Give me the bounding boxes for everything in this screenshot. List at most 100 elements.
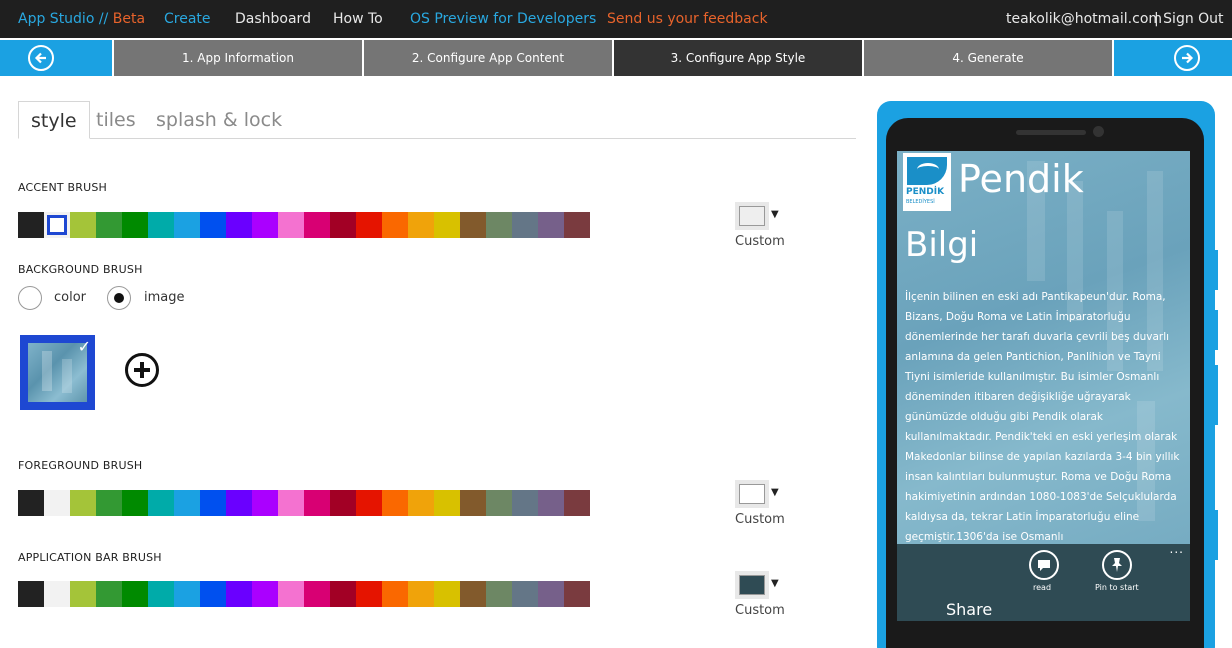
nav-how-to[interactable]: How To <box>333 11 383 27</box>
foreground-swatch[interactable] <box>122 490 148 516</box>
accent-swatch[interactable] <box>18 212 44 238</box>
foreground-swatch[interactable] <box>564 490 590 516</box>
accent-custom-swatch[interactable] <box>735 202 769 230</box>
accent-swatch[interactable] <box>174 212 200 238</box>
appbar-swatch[interactable] <box>252 581 278 607</box>
accent-swatch[interactable] <box>434 212 460 238</box>
chat-bubble-icon[interactable] <box>1029 550 1059 580</box>
foreground-swatch[interactable] <box>356 490 382 516</box>
foreground-swatch[interactable] <box>18 490 44 516</box>
plus-circle-icon[interactable] <box>125 353 159 387</box>
accent-swatch[interactable] <box>408 212 434 238</box>
accent-swatch[interactable] <box>356 212 382 238</box>
share-menu-item[interactable]: Share <box>946 600 992 619</box>
tab-tiles[interactable]: tiles <box>96 101 136 139</box>
nav-dashboard[interactable]: Dashboard <box>235 11 311 27</box>
appbar-swatch[interactable] <box>70 581 96 607</box>
appbar-swatches <box>18 581 590 607</box>
sign-out-link[interactable]: | Sign Out <box>1154 11 1224 27</box>
foreground-swatch[interactable] <box>382 490 408 516</box>
foreground-swatch[interactable] <box>486 490 512 516</box>
appbar-swatch[interactable] <box>174 581 200 607</box>
foreground-swatch[interactable] <box>304 490 330 516</box>
appbar-swatch[interactable] <box>122 581 148 607</box>
appbar-swatch[interactable] <box>200 581 226 607</box>
appbar-swatch[interactable] <box>356 581 382 607</box>
accent-swatch[interactable] <box>252 212 278 238</box>
foreground-swatch[interactable] <box>460 490 486 516</box>
phone-camera <box>1093 126 1104 137</box>
accent-swatch[interactable] <box>512 212 538 238</box>
appbar-swatch[interactable] <box>96 581 122 607</box>
appbar-swatch[interactable] <box>278 581 304 607</box>
appbar-swatch[interactable] <box>486 581 512 607</box>
foreground-swatch[interactable] <box>44 490 70 516</box>
appbar-custom-swatch[interactable] <box>735 571 769 599</box>
foreground-swatch[interactable] <box>148 490 174 516</box>
accent-swatch[interactable] <box>460 212 486 238</box>
foreground-swatch[interactable] <box>226 490 252 516</box>
wizard-step-generate[interactable]: 4. Generate <box>864 40 1112 76</box>
next-step-button[interactable] <box>1114 40 1232 76</box>
foreground-swatch[interactable] <box>174 490 200 516</box>
nav-feedback[interactable]: Send us your feedback <box>607 11 768 27</box>
wizard-step-configure-content[interactable]: 2. Configure App Content <box>364 40 612 76</box>
accent-brush-label: ACCENT BRUSH <box>18 181 107 194</box>
appbar-swatch[interactable] <box>564 581 590 607</box>
appbar-swatch[interactable] <box>148 581 174 607</box>
accent-swatch[interactable] <box>148 212 174 238</box>
appbar-swatch[interactable] <box>434 581 460 607</box>
nav-os-preview[interactable]: OS Preview for Developers <box>410 11 596 27</box>
foreground-swatch[interactable] <box>200 490 226 516</box>
accent-swatch[interactable] <box>382 212 408 238</box>
previous-step-button[interactable] <box>0 40 112 76</box>
foreground-swatch[interactable] <box>512 490 538 516</box>
accent-swatch[interactable] <box>226 212 252 238</box>
background-image-thumbnail[interactable]: ✓ <box>20 335 95 410</box>
background-color-radio[interactable] <box>18 286 42 310</box>
logo-wave-icon <box>907 157 947 185</box>
accent-swatch[interactable] <box>70 212 96 238</box>
accent-swatch[interactable] <box>44 212 70 238</box>
ellipsis-icon[interactable]: ... <box>1170 542 1184 556</box>
appbar-swatch[interactable] <box>460 581 486 607</box>
foreground-swatch[interactable] <box>434 490 460 516</box>
accent-swatch[interactable] <box>200 212 226 238</box>
foreground-swatch[interactable] <box>330 490 356 516</box>
foreground-swatches <box>18 490 590 516</box>
accent-swatch[interactable] <box>96 212 122 238</box>
accent-swatch[interactable] <box>564 212 590 238</box>
appbar-swatch[interactable] <box>226 581 252 607</box>
nav-create[interactable]: Create <box>164 11 211 27</box>
foreground-swatch[interactable] <box>538 490 564 516</box>
tab-splash-lock[interactable]: splash & lock <box>156 101 282 139</box>
wizard-step-configure-style[interactable]: 3. Configure App Style <box>614 40 862 76</box>
wizard-step-app-information[interactable]: 1. App Information <box>114 40 362 76</box>
foreground-swatch[interactable] <box>96 490 122 516</box>
foreground-custom-swatch[interactable] <box>735 480 769 508</box>
appbar-swatch[interactable] <box>304 581 330 607</box>
background-image-label: image <box>144 290 185 305</box>
tab-style[interactable]: style <box>18 101 90 139</box>
accent-swatch[interactable] <box>486 212 512 238</box>
appbar-swatch[interactable] <box>18 581 44 607</box>
foreground-swatch[interactable] <box>278 490 304 516</box>
accent-swatch[interactable] <box>330 212 356 238</box>
beta-label: Beta <box>108 11 146 27</box>
appbar-swatch[interactable] <box>382 581 408 607</box>
appbar-swatch[interactable] <box>408 581 434 607</box>
foreground-swatch[interactable] <box>252 490 278 516</box>
accent-swatch[interactable] <box>304 212 330 238</box>
foreground-swatch[interactable] <box>70 490 96 516</box>
accent-swatch[interactable] <box>278 212 304 238</box>
appbar-swatch[interactable] <box>538 581 564 607</box>
pin-icon[interactable] <box>1102 550 1132 580</box>
accent-swatch[interactable] <box>122 212 148 238</box>
app-studio-brand[interactable]: App Studio // Beta <box>18 11 145 27</box>
appbar-swatch[interactable] <box>512 581 538 607</box>
appbar-swatch[interactable] <box>44 581 70 607</box>
appbar-swatch[interactable] <box>330 581 356 607</box>
accent-swatch[interactable] <box>538 212 564 238</box>
background-image-radio[interactable] <box>107 286 131 310</box>
foreground-swatch[interactable] <box>408 490 434 516</box>
